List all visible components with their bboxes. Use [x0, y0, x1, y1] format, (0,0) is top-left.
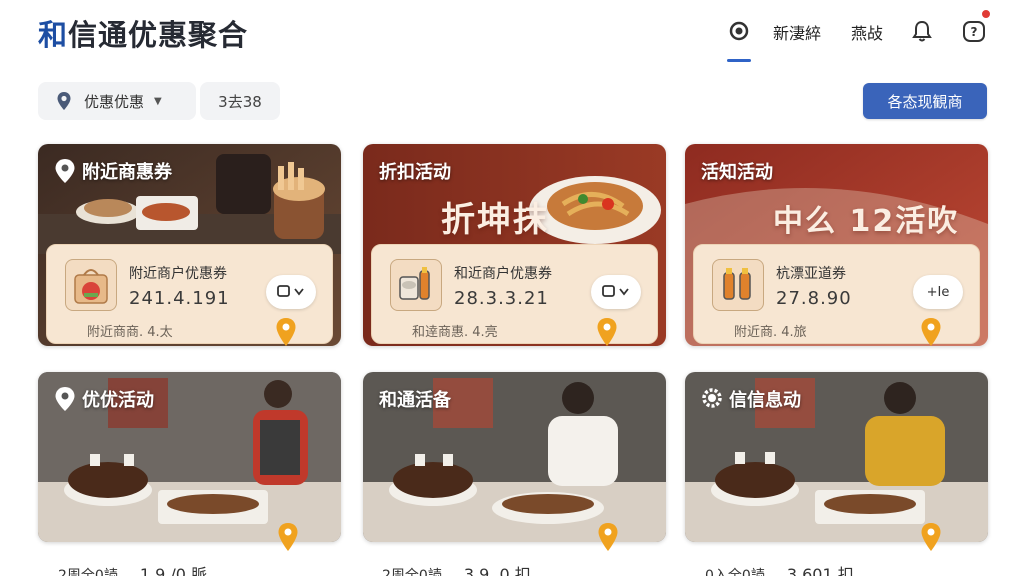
- map-pin-icon[interactable]: [597, 522, 619, 552]
- coupon-dropdown-button[interactable]: [266, 275, 316, 309]
- coupon-card[interactable]: 活知活动 中么 12活吹 杭漂亚道券 27.8.90 附近商. 4.旅 +Ie: [685, 144, 988, 346]
- caption-number: 3 601 扣: [786, 565, 854, 576]
- card-title: 信信息动: [701, 386, 801, 412]
- location-label: 优惠优惠: [84, 92, 145, 111]
- card-title: 附近商惠券: [54, 158, 172, 184]
- coupon-action-button[interactable]: +Ie: [913, 275, 963, 309]
- chevron-down-icon: ▼: [154, 95, 162, 107]
- coupon-chevron-down-icon: [602, 285, 629, 297]
- map-pin-icon[interactable]: [275, 317, 297, 347]
- caption-number: 1 9 /0 脈: [139, 565, 208, 576]
- coupon-meta: 附近商商. 4.太: [87, 325, 173, 340]
- location-pin-icon: [57, 92, 71, 110]
- location-select[interactable]: 优惠优惠 ▼: [38, 82, 196, 120]
- gift-bag-icon: [65, 259, 117, 311]
- card-caption: 0入全0読 3 601 扣: [705, 561, 854, 576]
- activity-card[interactable]: 优优活动: [38, 372, 341, 542]
- drinks-icon: [390, 259, 442, 311]
- activity-card[interactable]: 信信息动: [685, 372, 988, 542]
- coupon-name: 杭漂亚道券: [776, 266, 846, 282]
- nav-item-second[interactable]: 燕敁: [851, 20, 883, 44]
- map-pin-icon[interactable]: [920, 522, 942, 552]
- app-logo[interactable]: 和信通优惠聚合: [38, 12, 248, 54]
- card-title: 优优活动: [54, 386, 154, 412]
- card-title: 折扣活动: [379, 158, 451, 184]
- card-title-text: 优优活动: [82, 390, 154, 411]
- nav-item-new[interactable]: 新淒綷: [773, 20, 821, 44]
- primary-action-button[interactable]: 各态现観商: [863, 83, 987, 119]
- card-title: 活知活动: [701, 158, 773, 184]
- svg-text:?: ?: [971, 25, 978, 39]
- bell-icon[interactable]: [909, 18, 935, 44]
- map-pin-icon[interactable]: [596, 317, 618, 347]
- banner-text: 折坤抹: [441, 200, 549, 240]
- coupon-dropdown-button[interactable]: [591, 275, 641, 309]
- card-title-text: 信信息动: [729, 390, 801, 411]
- card-title-text: 附近商惠券: [82, 162, 172, 183]
- activity-card[interactable]: 和通活备: [363, 372, 666, 542]
- caption-text: 2周全0読: [382, 568, 442, 576]
- coupon-code: 27.8.90: [776, 288, 852, 309]
- caption-text: 0入全0読: [705, 568, 765, 576]
- coupon-card[interactable]: 折扣活动 折坤抹 和近商户优惠券 28.3.3.21 和逹商惠. 4.亮: [363, 144, 666, 346]
- coupon-card[interactable]: 附近商惠券 附近商户优惠券 241.4.191 附近商商. 4.太: [38, 144, 341, 346]
- location-pin-icon: [55, 387, 75, 411]
- caption-text: 2周全0読: [58, 568, 118, 576]
- card-title-text: 折扣活动: [379, 162, 451, 183]
- card-caption: 2周全0読 1 9 /0 脈: [58, 561, 207, 576]
- card-title: 和通活备: [379, 386, 451, 412]
- count-chip[interactable]: 3去38: [200, 82, 280, 120]
- help-icon[interactable]: ?: [961, 18, 987, 44]
- drinks-icon: [712, 259, 764, 311]
- coupon-chevron-down-icon: [277, 285, 304, 297]
- gear-icon: [702, 388, 722, 408]
- coupon-name: 和近商户优惠券: [454, 266, 552, 282]
- location-pin-icon: [55, 159, 75, 183]
- card-title-text: 活知活动: [701, 162, 773, 183]
- map-pin-icon[interactable]: [277, 522, 299, 552]
- map-pin-icon[interactable]: [920, 317, 942, 347]
- coupon-name: 附近商户优惠券: [129, 266, 227, 282]
- card-title-text: 和通活备: [379, 390, 451, 411]
- logo-accent: 和: [38, 18, 69, 52]
- coupon-meta: 和逹商惠. 4.亮: [412, 325, 498, 340]
- top-header: 和信通优惠聚合 新淒綷 燕敁 ?: [0, 0, 1024, 66]
- coupon-code: 28.3.3.21: [454, 288, 549, 309]
- coupon-meta: 附近商. 4.旅: [734, 325, 807, 340]
- notification-dot: [980, 8, 992, 20]
- nav-home-icon[interactable]: [726, 18, 752, 44]
- card-caption: 2周全0読 3 9 .0 扣: [382, 561, 531, 576]
- logo-text: 信通优惠聚合: [68, 18, 249, 52]
- nav-active-indicator: [727, 59, 751, 62]
- banner-text: 中么 12活吹: [773, 204, 960, 239]
- caption-number: 3 9 .0 扣: [463, 565, 531, 576]
- coupon-code: 241.4.191: [129, 288, 230, 309]
